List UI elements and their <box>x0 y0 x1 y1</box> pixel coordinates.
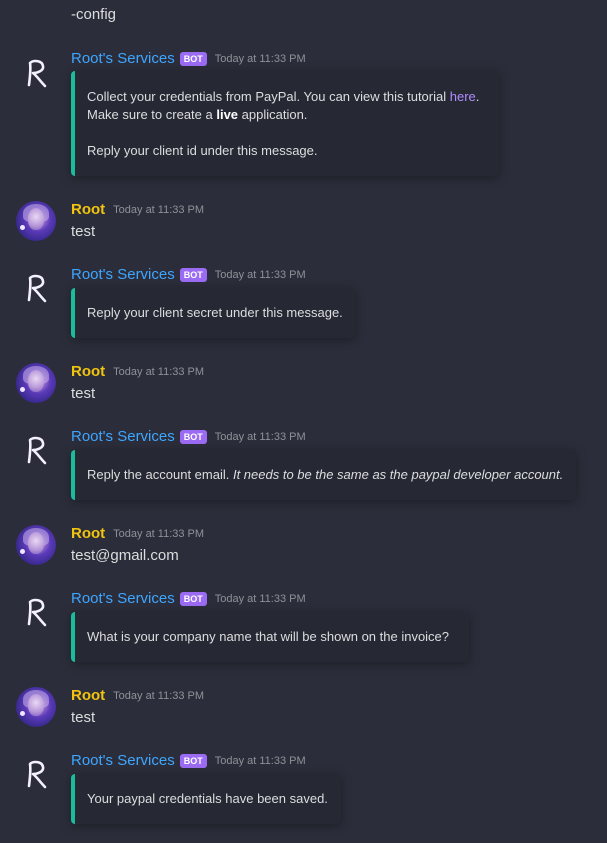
embed-card: Reply your client secret under this mess… <box>71 288 355 338</box>
embed-line: Reply the account email. It needs to be … <box>87 466 564 484</box>
timestamp: Today at 11:33 PM <box>214 268 306 281</box>
bot-avatar[interactable] <box>16 592 56 632</box>
bot-username[interactable]: Root's Services <box>71 266 175 283</box>
timestamp: Today at 11:33 PM <box>214 430 306 443</box>
message-header: Root's Services BOT Today at 11:33 PM <box>71 50 306 67</box>
r-logo-icon <box>27 59 47 88</box>
bot-username[interactable]: Root's Services <box>71 752 175 769</box>
timestamp: Today at 11:33 PM <box>113 203 205 216</box>
embed-line: What is your company name that will be s… <box>87 629 450 644</box>
embed-line: Reply your client id under this message. <box>87 143 318 158</box>
timestamp: Today at 11:33 PM <box>214 754 306 767</box>
message-text: test <box>71 223 96 240</box>
message-text: test <box>71 709 96 726</box>
user-avatar[interactable] <box>16 201 56 241</box>
bot-avatar[interactable] <box>16 53 56 93</box>
message-header: Root Today at 11:33 PM <box>71 525 204 542</box>
bot-badge: BOT <box>179 267 207 282</box>
message-header: Root Today at 11:33 PM <box>71 363 204 380</box>
bot-avatar[interactable] <box>16 754 56 794</box>
timestamp: Today at 11:33 PM <box>214 592 306 605</box>
r-logo-icon <box>27 598 47 627</box>
message-header: Root's Services BOT Today at 11:33 PM <box>71 428 306 445</box>
embed-card: Your paypal credentials have been saved. <box>71 774 341 824</box>
bot-username[interactable]: Root's Services <box>71 590 175 607</box>
tutorial-link[interactable]: here <box>450 89 476 104</box>
timestamp: Today at 11:33 PM <box>113 365 205 378</box>
r-logo-icon <box>27 436 47 465</box>
user-avatar[interactable] <box>16 363 56 403</box>
bot-username[interactable]: Root's Services <box>71 50 175 67</box>
embed-text: application. <box>238 107 308 122</box>
embed-line: Make sure to create a live application. <box>87 106 487 124</box>
r-logo-icon <box>27 760 47 789</box>
user-avatar[interactable] <box>16 525 56 565</box>
timestamp: Today at 11:33 PM <box>113 527 205 540</box>
message-header: Root's Services BOT Today at 11:33 PM <box>71 590 306 607</box>
bot-avatar[interactable] <box>16 268 56 308</box>
bot-avatar[interactable] <box>16 430 56 470</box>
user-username[interactable]: Root <box>71 687 105 704</box>
embed-card: What is your company name that will be s… <box>71 612 469 662</box>
timestamp: Today at 11:33 PM <box>214 52 306 65</box>
embed-card: Reply the account email. It needs to be … <box>71 450 576 500</box>
embed-line: Your paypal credentials have been saved. <box>87 791 328 806</box>
user-username[interactable]: Root <box>71 201 105 218</box>
bot-badge: BOT <box>179 753 207 768</box>
bot-username[interactable]: Root's Services <box>71 428 175 445</box>
embed-italic-text: It needs to be the same as the paypal de… <box>232 467 564 482</box>
message-header: Root's Services BOT Today at 11:33 PM <box>71 266 306 283</box>
message-text: -config <box>71 6 117 23</box>
bot-badge: BOT <box>179 591 207 606</box>
timestamp: Today at 11:33 PM <box>113 689 205 702</box>
message-text: test <box>71 385 96 402</box>
message-header: Root's Services BOT Today at 11:33 PM <box>71 752 306 769</box>
user-username[interactable]: Root <box>71 363 105 380</box>
user-username[interactable]: Root <box>71 525 105 542</box>
embed-text: Make sure to create a <box>87 107 217 122</box>
embed-line: Collect your credentials from PayPal. Yo… <box>87 88 487 106</box>
message-text: test@gmail.com <box>71 547 179 564</box>
embed-line: Reply your client secret under this mess… <box>87 305 343 320</box>
embed-bold-text: live <box>216 107 239 122</box>
embed-card: Collect your credentials from PayPal. Yo… <box>71 71 499 176</box>
bot-badge: BOT <box>179 51 207 66</box>
embed-text: Reply the account email. <box>87 467 233 482</box>
bot-badge: BOT <box>179 429 207 444</box>
message-header: Root Today at 11:33 PM <box>71 201 204 218</box>
embed-text: . <box>475 89 480 104</box>
user-avatar[interactable] <box>16 687 56 727</box>
message-header: Root Today at 11:33 PM <box>71 687 204 704</box>
embed-text: Collect your credentials from PayPal. Yo… <box>87 89 450 104</box>
r-logo-icon <box>27 274 47 303</box>
